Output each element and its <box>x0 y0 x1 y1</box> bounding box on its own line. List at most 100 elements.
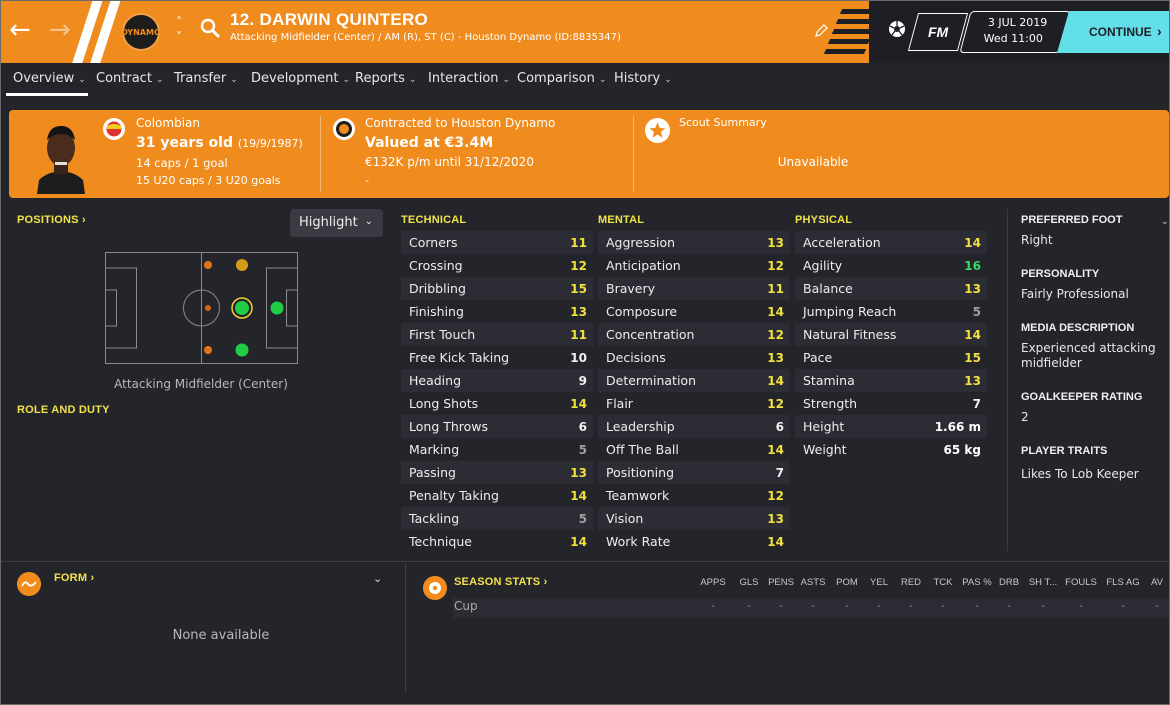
attribute-row[interactable]: Acceleration 14 <box>795 231 987 254</box>
positions-title[interactable]: POSITIONS › <box>17 214 86 226</box>
attribute-row[interactable]: Anticipation 12 <box>598 254 790 277</box>
player-avatar[interactable] <box>33 116 89 194</box>
season-stats-title[interactable]: SEASON STATS › <box>454 576 547 588</box>
stat-column-header[interactable]: RED <box>897 577 925 588</box>
stat-column-header[interactable]: ASTS <box>797 577 829 588</box>
highlight-dropdown[interactable]: Highlight ⌄ <box>290 209 383 237</box>
attribute-row[interactable]: Pace 15 <box>795 346 987 369</box>
stat-cell: - <box>1079 601 1083 612</box>
tab-development[interactable]: Development ⌄ <box>251 71 350 86</box>
search-icon[interactable] <box>199 17 221 39</box>
stat-column-header[interactable]: DRB <box>995 577 1023 588</box>
stat-column-header[interactable]: TCK <box>929 577 957 588</box>
attribute-row[interactable]: Long Throws 6 <box>401 415 593 438</box>
attribute-row[interactable]: Leadership 6 <box>598 415 790 438</box>
attribute-name: Free Kick Taking <box>409 350 510 365</box>
stat-column-header[interactable]: PENS <box>765 577 797 588</box>
attribute-row[interactable]: Heading 9 <box>401 369 593 392</box>
attribute-row[interactable]: Aggression 13 <box>598 231 790 254</box>
attribute-row[interactable]: Jumping Reach 5 <box>795 300 987 323</box>
edit-pencil-icon[interactable] <box>813 23 829 39</box>
stat-cell: - <box>711 601 715 612</box>
attribute-row[interactable]: First Touch 11 <box>401 323 593 346</box>
attribute-row[interactable]: Technique 14 <box>401 530 593 553</box>
chevron-down-icon[interactable]: ⌄ <box>373 572 382 585</box>
attribute-row[interactable]: Penalty Taking 14 <box>401 484 593 507</box>
stat-column-header[interactable]: POM <box>831 577 863 588</box>
game-date-box[interactable]: 3 JUL 2019 Wed 11:00 <box>959 11 1071 53</box>
stat-column-header[interactable]: FLS AG <box>1103 577 1143 588</box>
attribute-name: Long Shots <box>409 396 479 411</box>
stat-column-header[interactable]: PAS % <box>959 577 995 588</box>
stat-column-header[interactable]: YEL <box>865 577 893 588</box>
attribute-row[interactable]: Passing 13 <box>401 461 593 484</box>
continue-button[interactable]: CONTINUE › <box>1057 11 1169 53</box>
stat-column-header[interactable]: SH T... <box>1025 577 1061 588</box>
stat-cell: - <box>747 601 751 612</box>
attribute-row[interactable]: Off The Ball 14 <box>598 438 790 461</box>
attribute-row[interactable]: Free Kick Taking 10 <box>401 346 593 369</box>
tab-interaction[interactable]: Interaction ⌄ <box>428 71 510 86</box>
attribute-row[interactable]: Long Shots 14 <box>401 392 593 415</box>
fm-menu-button[interactable]: FM <box>907 13 969 51</box>
attribute-row[interactable]: Strength 7 <box>795 392 987 415</box>
attribute-row[interactable]: Teamwork 12 <box>598 484 790 507</box>
game-day-time: Wed 11:00 <box>983 32 1043 45</box>
attribute-row[interactable]: Decisions 13 <box>598 346 790 369</box>
stat-cell: - <box>941 601 945 612</box>
attribute-row[interactable]: Weight 65 kg <box>795 438 987 461</box>
club-badge-icon[interactable]: DYNAMO <box>121 13 161 51</box>
attribute-row[interactable]: Crossing 12 <box>401 254 593 277</box>
attribute-row[interactable]: Marking 5 <box>401 438 593 461</box>
attribute-row[interactable]: Height 1.66 m <box>795 415 987 438</box>
attribute-name: Passing <box>409 465 456 480</box>
bottom-vertical-divider <box>405 563 406 693</box>
tab-comparison[interactable]: Comparison ⌄ <box>517 71 606 86</box>
attribute-row[interactable]: Positioning 7 <box>598 461 790 484</box>
attribute-value: 13 <box>767 511 784 526</box>
attribute-row[interactable]: Composure 14 <box>598 300 790 323</box>
attribute-row[interactable]: Dribbling 15 <box>401 277 593 300</box>
player-switch-arrows[interactable]: ˄ ˅ <box>176 15 182 45</box>
form-title[interactable]: FORM › <box>54 572 94 584</box>
tab-reports[interactable]: Reports ⌄ <box>355 71 416 86</box>
attribute-row[interactable]: Balance 13 <box>795 277 987 300</box>
tab-transfer[interactable]: Transfer ⌄ <box>174 71 238 86</box>
attribute-row[interactable]: Bravery 11 <box>598 277 790 300</box>
attribute-row[interactable]: Finishing 13 <box>401 300 593 323</box>
stat-column-header[interactable]: AV <box>1145 577 1169 588</box>
technical-attributes: Corners 11 Crossing 12 Dribbling 15 Finishing 1… <box>401 231 593 553</box>
attribute-row[interactable]: Determination 14 <box>598 369 790 392</box>
attribute-row[interactable]: Natural Fitness 14 <box>795 323 987 346</box>
attribute-row[interactable]: Agility 16 <box>795 254 987 277</box>
stat-column-header[interactable]: APPS <box>695 577 731 588</box>
tab-contract[interactable]: Contract ⌄ <box>96 71 163 86</box>
stat-column-header[interactable]: GLS <box>735 577 763 588</box>
tab-overview[interactable]: Overview ⌄ <box>13 71 86 86</box>
attribute-name: Crossing <box>409 258 463 273</box>
attribute-row[interactable]: Work Rate 14 <box>598 530 790 553</box>
season-row-label: Cup <box>454 599 478 613</box>
personality-title: PERSONALITY <box>1021 268 1100 280</box>
attribute-row[interactable]: Concentration 12 <box>598 323 790 346</box>
chevron-down-icon: ⌄ <box>364 216 373 227</box>
chevron-down-icon[interactable]: ⌄ <box>1161 217 1169 227</box>
attribute-row[interactable]: Vision 13 <box>598 507 790 530</box>
attribute-row[interactable]: Corners 11 <box>401 231 593 254</box>
attribute-row[interactable]: Tackling 5 <box>401 507 593 530</box>
forward-arrow-icon[interactable]: → <box>49 17 71 43</box>
attribute-row[interactable]: Flair 12 <box>598 392 790 415</box>
attribute-name: Heading <box>409 373 462 388</box>
top-bar: ← → DYNAMO ˄ ˅ 12. DARWIN QUINTERO Attack… <box>1 1 1169 63</box>
position-pitch[interactable] <box>105 252 298 364</box>
banner-divider <box>633 116 634 192</box>
chevron-down-icon: ⌄ <box>408 75 417 85</box>
attribute-name: Dribbling <box>409 281 466 296</box>
tab-history[interactable]: History ⌄ <box>614 71 672 86</box>
football-icon[interactable] <box>887 19 907 39</box>
stat-column-header[interactable]: FOULS <box>1061 577 1101 588</box>
attribute-row[interactable]: Stamina 13 <box>795 369 987 392</box>
back-arrow-icon[interactable]: ← <box>9 17 31 43</box>
player-overview-banner: Colombian 31 years old (19/9/1987) 14 ca… <box>9 110 1169 198</box>
attribute-value: 14 <box>767 442 784 457</box>
